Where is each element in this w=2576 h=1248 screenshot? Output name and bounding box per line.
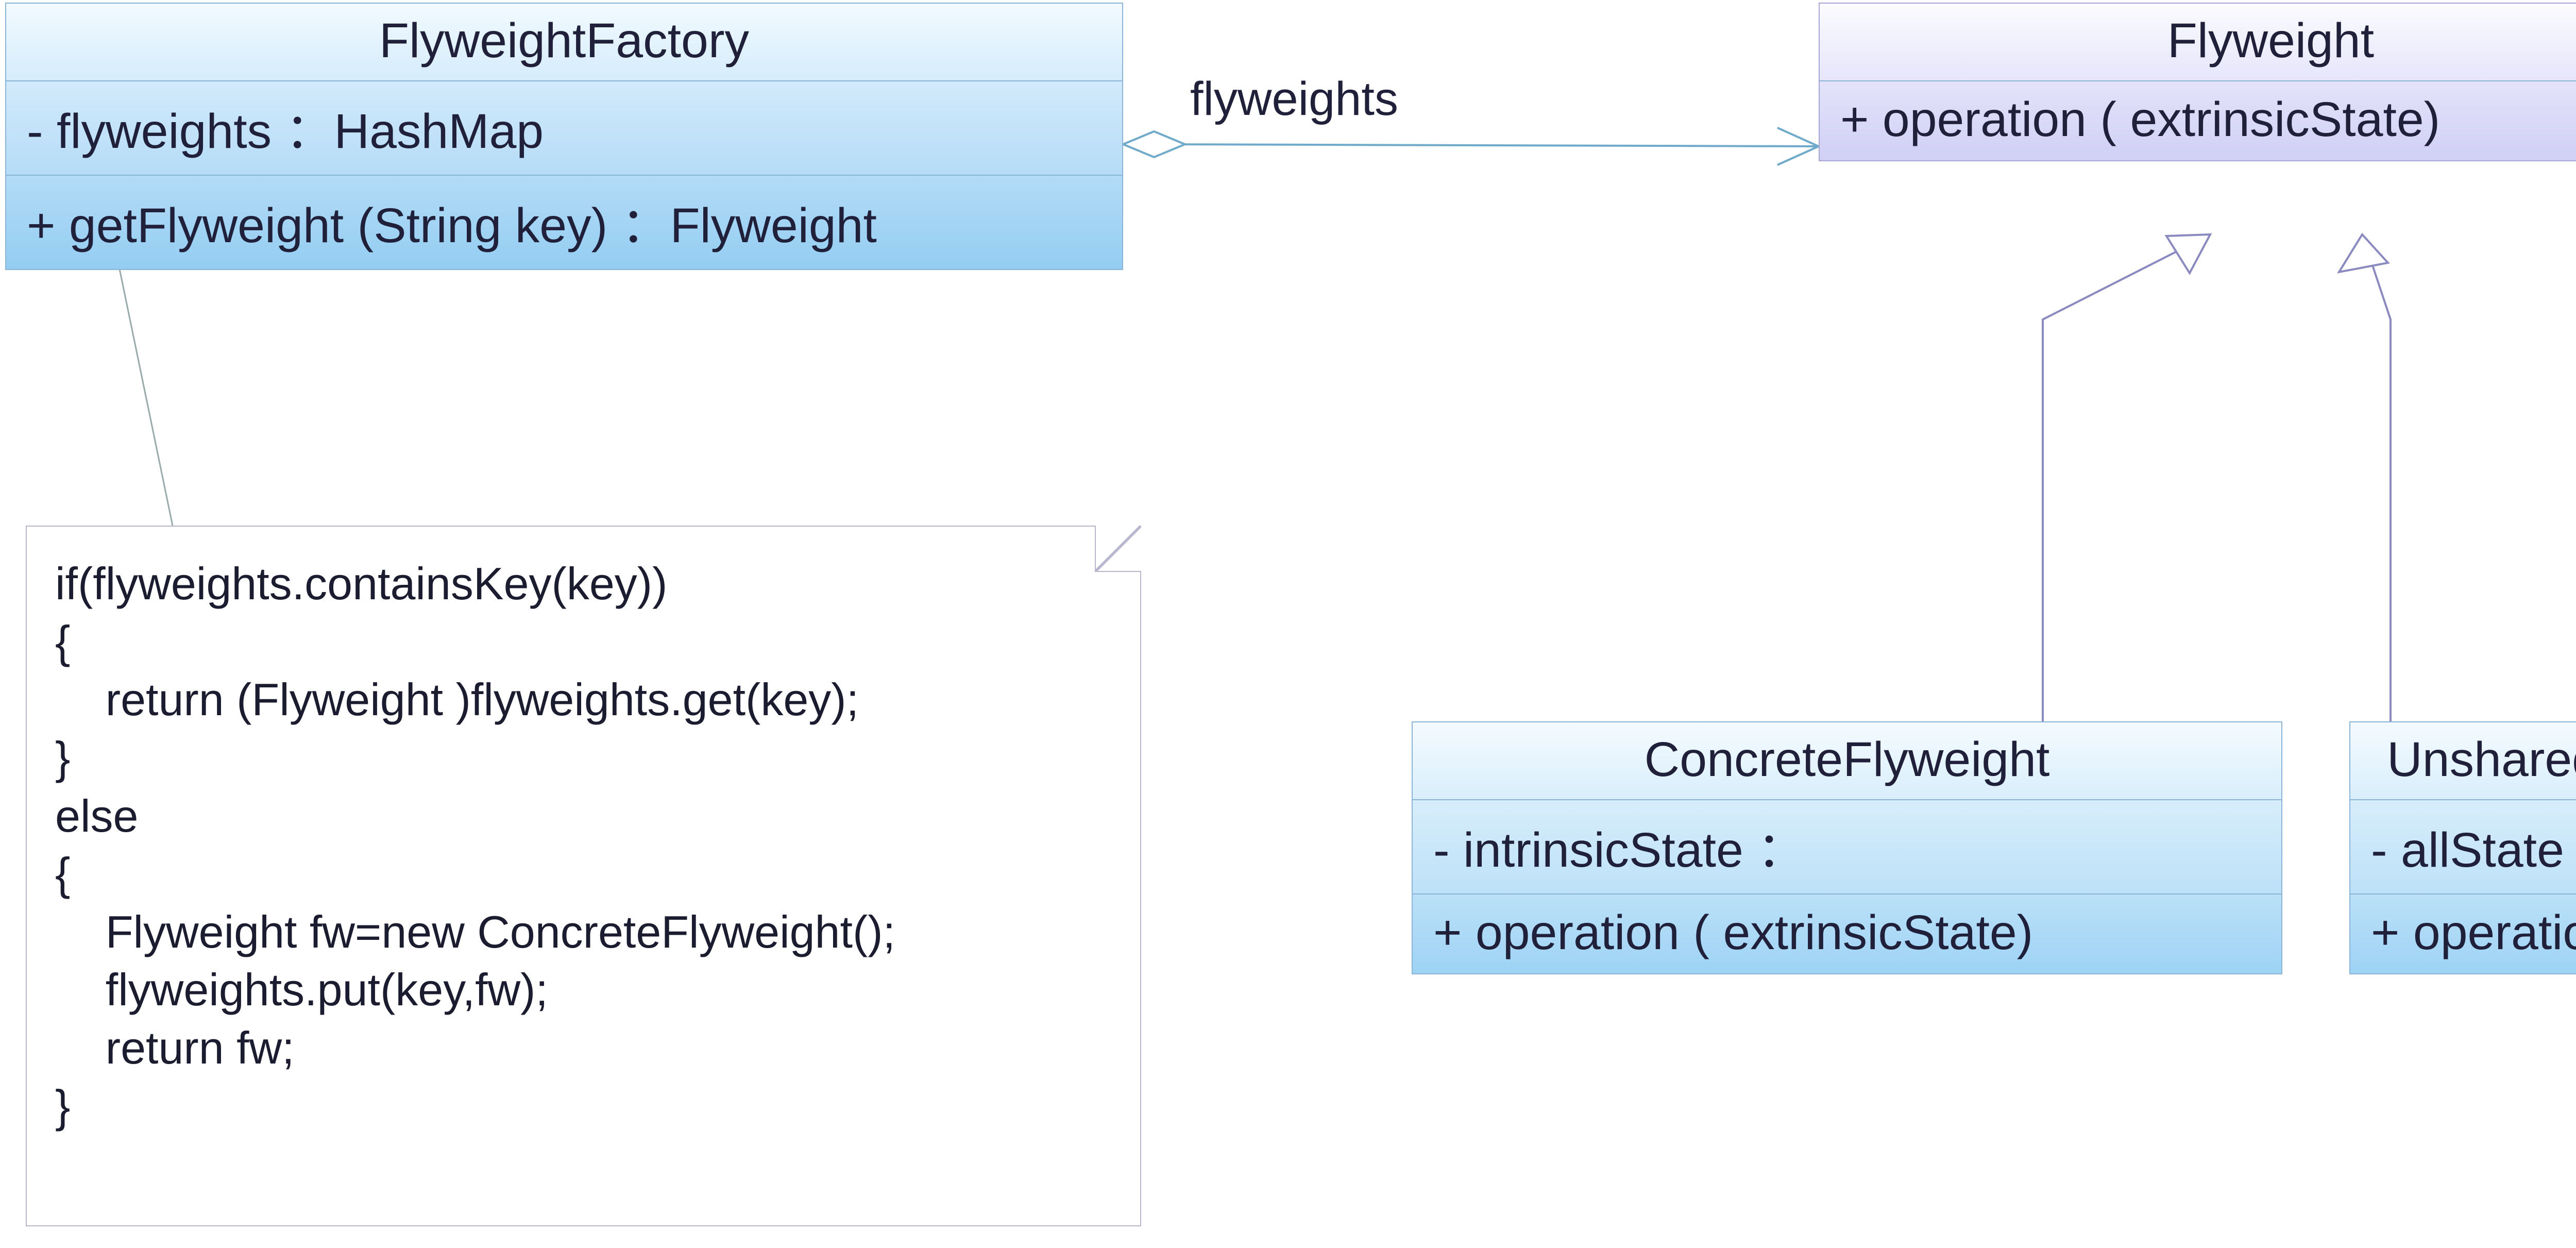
code-note: if(flyweights.containsKey(key)) { return… (26, 526, 1141, 1226)
class-operation: + operation ( extrinsicState) (1413, 895, 2281, 973)
class-operation: + operation ( extrinsicState) (2350, 895, 2576, 973)
class-operation: + getFlyweight (String key) ：Flyweight (6, 176, 1122, 269)
generalization-concrete-flyweight (2043, 234, 2210, 721)
class-unsharedconcreteflyweight: UnsharedConcreteFlyweight - allState ： +… (2349, 721, 2576, 974)
class-attribute: - intrinsicState ： (1413, 800, 2281, 895)
association-label: flyweights (1190, 72, 1398, 126)
class-operation: + operation ( extrinsicState) (1820, 81, 2576, 160)
generalization-unshared-flyweight (2339, 234, 2391, 721)
class-title: UnsharedConcreteFlyweight (2350, 722, 2576, 800)
aggregation-flyweightfactory-flyweight (1123, 128, 1819, 165)
class-flyweight: Flyweight + operation ( extrinsicState) (1819, 3, 2576, 161)
class-attribute: - flyweights ：HashMap (6, 81, 1122, 176)
class-attribute: - allState ： (2350, 800, 2576, 895)
class-title: ConcreteFlyweight (1413, 722, 2281, 800)
class-title: FlyweightFactory (6, 4, 1122, 81)
class-concreteflyweight: ConcreteFlyweight - intrinsicState ： + o… (1412, 721, 2282, 974)
note-anchor-line (111, 227, 173, 526)
class-flyweightfactory: FlyweightFactory - flyweights ：HashMap +… (5, 3, 1123, 270)
class-title: Flyweight (1820, 4, 2576, 81)
